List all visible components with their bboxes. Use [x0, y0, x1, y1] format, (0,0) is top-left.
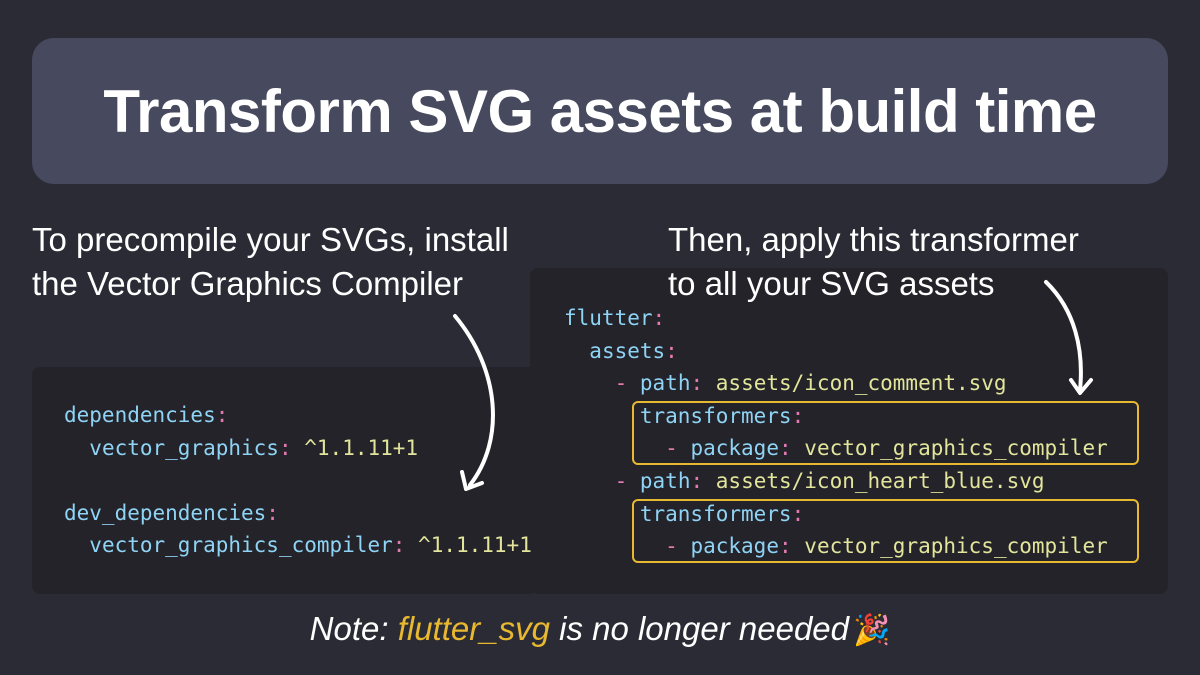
curved-arrow-icon [1044, 280, 1093, 395]
footer-note: Note: flutter_svg is no longer needed 🎉 [0, 610, 1200, 648]
arrows-layer [453, 280, 1093, 491]
note-suffix: is no longer needed [549, 610, 849, 647]
party-popper-icon: 🎉 [853, 614, 891, 647]
note-prefix: Note: [309, 610, 398, 647]
curved-arrow-icon [453, 314, 495, 491]
note-highlight: flutter_svg [397, 610, 550, 647]
